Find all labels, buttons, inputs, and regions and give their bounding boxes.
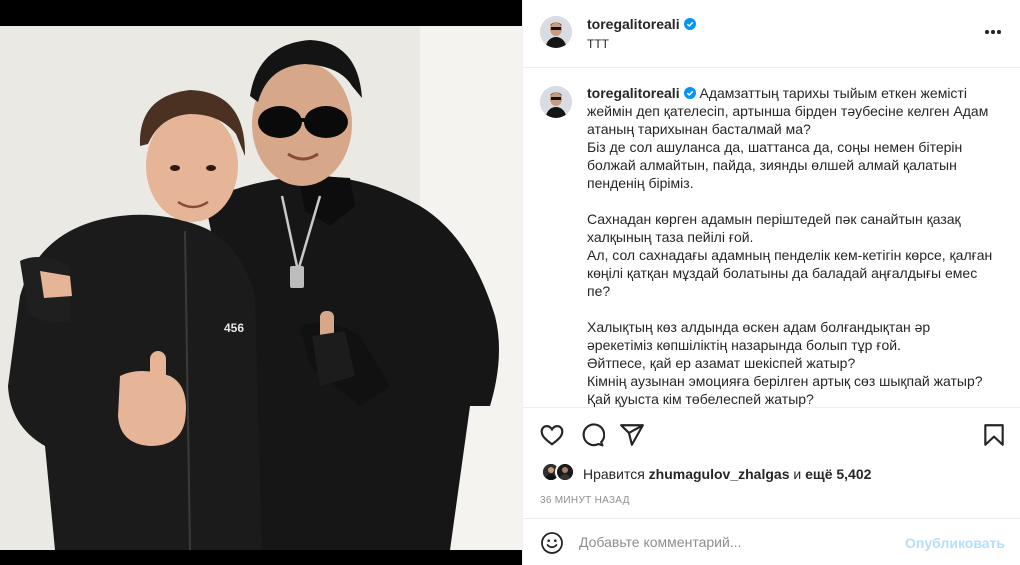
likes-count-link[interactable]: ещё 5,402 xyxy=(805,466,871,482)
media-pane: 456 xyxy=(0,0,522,565)
heart-icon[interactable] xyxy=(539,422,565,448)
post-photo[interactable]: 456 xyxy=(0,26,522,550)
post-header: toregalitoreali TTT xyxy=(523,0,1020,68)
comment-input[interactable] xyxy=(579,527,899,557)
caption-scroll-area[interactable]: toregalitoreali Адамзаттың тарихы тыйым … xyxy=(523,69,1020,407)
likers-avatars[interactable] xyxy=(541,462,577,484)
author-username[interactable]: toregalitoreali xyxy=(587,16,696,32)
post-side-panel: toregalitoreali TTT toregalitoreali Адам… xyxy=(522,0,1020,565)
caption-username[interactable]: toregalitoreali xyxy=(587,85,680,101)
more-options-icon[interactable] xyxy=(983,22,1003,42)
jacket-print: 456 xyxy=(224,321,244,335)
emoji-smile-icon[interactable] xyxy=(540,531,564,555)
caption-author-avatar[interactable] xyxy=(540,86,572,118)
likes-row: Нравится zhumagulov_zhalgas и ещё 5,402 xyxy=(523,462,1020,488)
avatar-image xyxy=(540,16,572,48)
likes-text: Нравится zhumagulov_zhalgas и ещё 5,402 xyxy=(583,466,871,482)
publish-button[interactable]: Опубликовать xyxy=(905,535,1005,551)
caption-text: toregalitoreali Адамзаттың тарихы тыйым … xyxy=(587,84,997,407)
verified-badge-icon xyxy=(683,18,696,30)
author-avatar[interactable] xyxy=(540,16,572,48)
likes-connector: и xyxy=(793,466,802,482)
likes-prefix: Нравится xyxy=(583,466,645,482)
post-timestamp[interactable]: 36 МИНУТ НАЗАД xyxy=(540,495,630,506)
paper-plane-icon[interactable] xyxy=(619,422,645,448)
caption-body: Адамзаттың тарихы тыйым еткен жемісті же… xyxy=(587,85,993,407)
comment-bar: Опубликовать xyxy=(523,518,1020,565)
verified-badge-icon xyxy=(683,87,696,99)
liker-avatar-image xyxy=(557,464,573,480)
avatar-image xyxy=(540,86,572,118)
comment-bubble-icon[interactable] xyxy=(579,422,605,448)
liker-username[interactable]: zhumagulov_zhalgas xyxy=(649,466,790,482)
bookmark-icon[interactable] xyxy=(981,422,1007,448)
photo-illustration: 456 xyxy=(0,26,522,550)
post-location[interactable]: TTT xyxy=(587,37,609,51)
author-username-text[interactable]: toregalitoreali xyxy=(587,16,680,32)
action-bar xyxy=(523,407,1020,461)
liker-avatar[interactable] xyxy=(555,462,575,482)
